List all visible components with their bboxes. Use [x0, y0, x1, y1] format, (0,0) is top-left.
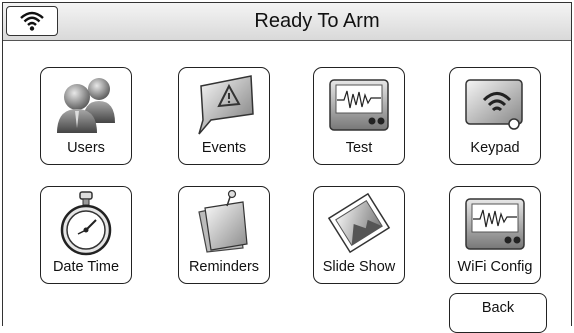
wifi-icon [20, 11, 44, 31]
keypad-button[interactable]: Keypad [449, 67, 541, 165]
test-button[interactable]: Test [313, 67, 405, 165]
events-label: Events [201, 140, 247, 156]
events-button[interactable]: Events [178, 67, 270, 165]
title-bar: Ready To Arm [3, 3, 571, 41]
stopwatch-icon [60, 191, 112, 256]
users-label: Users [67, 140, 105, 156]
wifi-config-icon [465, 198, 525, 250]
date-time-button[interactable]: Date Time [40, 186, 132, 284]
keypad-label: Keypad [470, 140, 520, 156]
page-title: Ready To Arm [254, 10, 380, 32]
keypad-icon [465, 79, 523, 130]
reminders-button[interactable]: Reminders [178, 186, 270, 284]
slideshow-icon [327, 192, 391, 254]
wifi-status-button[interactable] [6, 6, 58, 36]
slide-show-button[interactable]: Slide Show [313, 186, 405, 284]
date-time-label: Date Time [52, 259, 120, 275]
wifi-config-button[interactable]: WiFi Config [449, 186, 541, 284]
reminders-icon [198, 190, 248, 253]
test-label: Test [345, 140, 373, 156]
slide-show-label: Slide Show [322, 259, 396, 275]
back-button[interactable]: Back [449, 293, 547, 333]
events-icon [198, 75, 254, 135]
reminders-label: Reminders [188, 259, 260, 275]
test-icon [329, 79, 389, 131]
wifi-config-label: WiFi Config [457, 259, 533, 275]
users-icon [57, 78, 115, 133]
users-button[interactable]: Users [40, 67, 132, 165]
